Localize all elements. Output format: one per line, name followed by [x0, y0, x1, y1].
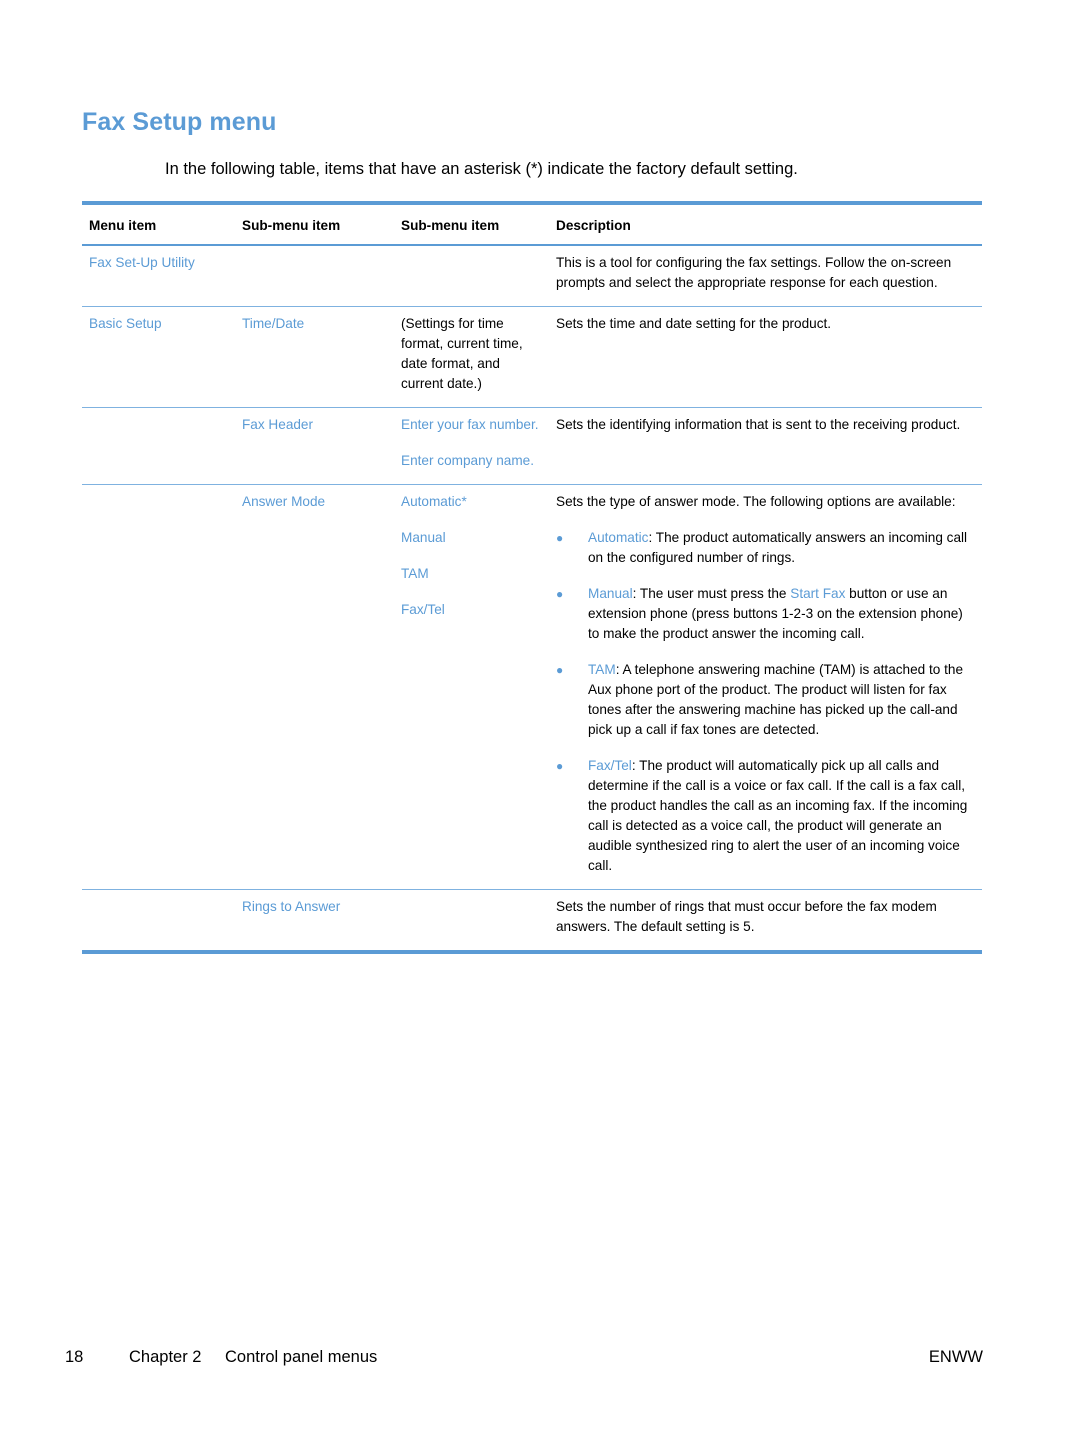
option-manual[interactable]: Manual	[401, 528, 542, 548]
sub-menu-item-time-date[interactable]: Time/Date	[242, 316, 304, 331]
chapter-name: Control panel menus	[225, 1348, 378, 1366]
table-row: Answer Mode Automatic* Manual TAM Fax/Te…	[82, 485, 982, 890]
list-item: ● Manual: The user must press the Start …	[556, 584, 975, 644]
bullet-icon: ●	[556, 759, 564, 773]
bullet-icon: ●	[556, 663, 564, 677]
bullet-text: : The user must press the	[632, 586, 791, 601]
term-fax-tel[interactable]: Fax/Tel	[588, 758, 632, 773]
bullet-text: : The product will automatically pick up…	[588, 758, 968, 873]
description: Sets the identifying information that is…	[556, 417, 961, 432]
table-row: Fax Header Enter your fax number. Enter …	[82, 408, 982, 485]
description: Sets the number of rings that must occur…	[556, 899, 937, 934]
table-row: Basic Setup Time/Date (Settings for time…	[82, 307, 982, 408]
table-row: Rings to Answer Sets the number of rings…	[82, 890, 982, 952]
sub-menu-item-enter-company-name[interactable]: Enter company name.	[401, 451, 542, 471]
option-automatic[interactable]: Automatic*	[401, 492, 542, 512]
term-manual[interactable]: Manual	[588, 586, 633, 601]
term-tam[interactable]: TAM	[588, 662, 616, 677]
option-fax-tel[interactable]: Fax/Tel	[401, 600, 542, 620]
list-item: ● Fax/Tel: The product will automaticall…	[556, 756, 975, 876]
table-header-row: Menu item Sub-menu item Sub-menu item De…	[82, 203, 982, 245]
header-menu-item: Menu item	[89, 218, 157, 233]
chapter-label: Chapter 2	[129, 1348, 202, 1366]
menu-item-basic-setup[interactable]: Basic Setup	[89, 316, 162, 331]
locale-code: ENWW	[928, 1348, 983, 1366]
term-automatic[interactable]: Automatic	[588, 530, 648, 545]
description: Sets the type of answer mode. The follow…	[556, 494, 956, 509]
sub-menu-note: (Settings for time format, current time,…	[401, 316, 523, 391]
table-row: Fax Set-Up Utility This is a tool for co…	[82, 245, 982, 307]
description: This is a tool for configuring the fax s…	[556, 255, 952, 290]
header-sub-menu-item-2: Sub-menu item	[401, 218, 500, 233]
intro-text: In the following table, items that have …	[165, 160, 798, 178]
list-item: ● Automatic: The product automatically a…	[556, 528, 975, 568]
bullet-icon: ●	[556, 531, 564, 545]
description: Sets the time and date setting for the p…	[556, 316, 832, 331]
bullet-text: : A telephone answering machine (TAM) is…	[588, 662, 964, 737]
option-tam[interactable]: TAM	[401, 564, 542, 584]
page-title: Fax Setup menu	[82, 108, 277, 136]
menu-item-fax-setup-utility[interactable]: Fax Set-Up Utility	[89, 255, 195, 270]
page-number: 18	[65, 1348, 84, 1366]
sub-menu-item-answer-mode[interactable]: Answer Mode	[242, 494, 325, 509]
header-description: Description	[556, 218, 631, 233]
answer-mode-options-list: ● Automatic: The product automatically a…	[556, 528, 975, 876]
sub-menu-item-rings-to-answer[interactable]: Rings to Answer	[242, 899, 340, 914]
start-fax-link[interactable]: Start Fax	[790, 586, 845, 601]
header-sub-menu-item-1: Sub-menu item	[242, 218, 341, 233]
fax-setup-table: Menu item Sub-menu item Sub-menu item De…	[82, 201, 982, 954]
list-item: ● TAM: A telephone answering machine (TA…	[556, 660, 975, 740]
bullet-icon: ●	[556, 587, 564, 601]
sub-menu-item-fax-header[interactable]: Fax Header	[242, 417, 313, 432]
sub-menu-item-enter-fax-number[interactable]: Enter your fax number.	[401, 415, 542, 435]
